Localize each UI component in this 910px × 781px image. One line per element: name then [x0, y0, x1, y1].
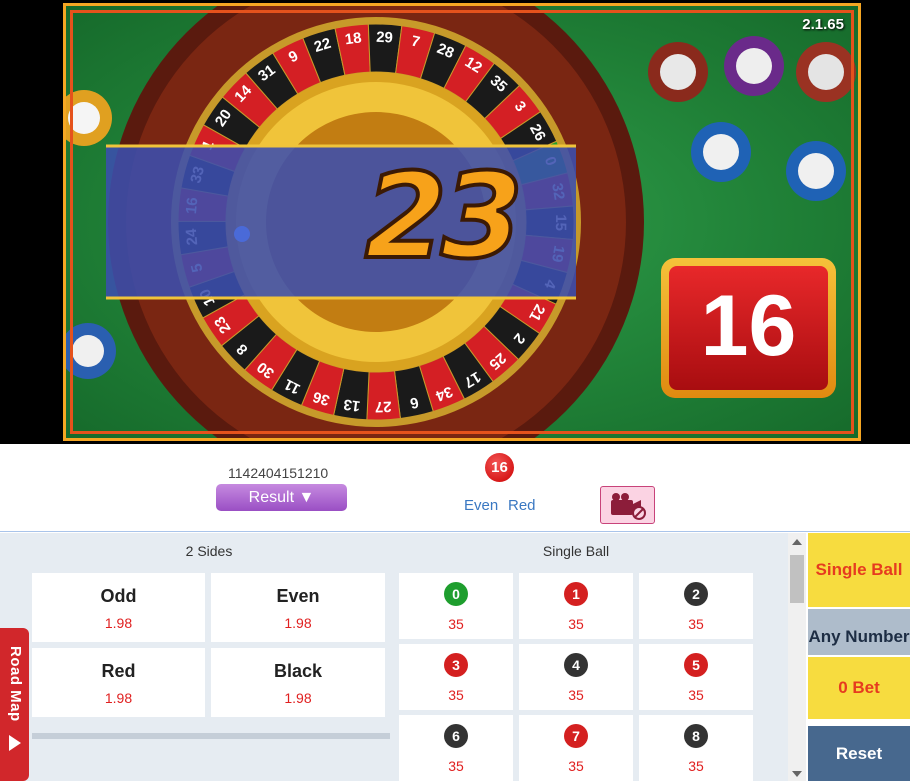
video-camera-icon — [611, 493, 646, 520]
ball-odds: 35 — [448, 758, 464, 774]
ball-odds: 35 — [688, 616, 704, 632]
ball-odds: 35 — [568, 758, 584, 774]
bet-odds: 1.98 — [104, 615, 133, 631]
right-panel: Single Ball Any Number 0 Bet Reset — [806, 533, 910, 781]
result-dropdown-button[interactable]: Result ▼ — [216, 484, 347, 511]
ball-2: 2 — [684, 582, 708, 606]
ball-6: 6 — [444, 724, 468, 748]
wheel-number: 13 — [342, 395, 361, 414]
version-label: 2.1.65 — [802, 16, 844, 33]
bet-ball-0[interactable]: 0 35 — [399, 573, 513, 639]
bet-odd[interactable]: Odd 1.98 — [32, 573, 205, 642]
bet-ball-4[interactable]: 4 35 — [519, 644, 633, 710]
bet-area: 2 Sides Single Ball Odd 1.98 Even 1.98 R… — [0, 533, 788, 781]
video-toggle-button[interactable] — [600, 486, 655, 524]
divider-bar — [32, 733, 390, 739]
bet-black[interactable]: Black 1.98 — [211, 648, 385, 717]
two-sides-title: 2 Sides — [185, 543, 233, 559]
reset-button[interactable]: Reset — [808, 726, 910, 781]
current-spin-number: 23 — [363, 147, 525, 285]
round-id: 1142404151210 — [228, 465, 329, 481]
ball-odds: 35 — [568, 616, 584, 632]
bet-ball-5[interactable]: 5 35 — [639, 644, 753, 710]
last-ball-badge: 16 — [485, 453, 514, 482]
bet-name: Even — [276, 586, 320, 606]
scroll-up-icon[interactable] — [792, 539, 802, 545]
bet-ball-1[interactable]: 1 35 — [519, 573, 633, 639]
ball-8: 8 — [684, 724, 708, 748]
bet-odds: 1.98 — [284, 690, 312, 706]
bet-ball-2[interactable]: 2 35 — [639, 573, 753, 639]
info-bar: 1142404151210 Result ▼ 16 Even Red — [0, 444, 910, 532]
video-area: 0321519421225173462713361130823105241633… — [0, 0, 910, 444]
road-map-label: Road Map — [7, 646, 24, 722]
ball-odds: 35 — [448, 616, 464, 632]
bet-odds: 1.98 — [104, 690, 133, 706]
wheel-number: 18 — [344, 29, 363, 48]
wheel-number: 29 — [376, 29, 393, 47]
ball-odds: 35 — [448, 687, 464, 703]
bet-total-button[interactable]: 0 Bet — [808, 657, 910, 719]
single-ball-title: Single Ball — [542, 543, 610, 559]
ball-odds: 35 — [568, 687, 584, 703]
ball-odds: 35 — [688, 687, 704, 703]
parity-tag: Even — [464, 497, 499, 514]
ball-odds: 35 — [688, 758, 704, 774]
color-tag: Red — [508, 497, 536, 514]
scrollbar[interactable] — [788, 533, 806, 781]
ball-3: 3 — [444, 653, 468, 677]
bet-name: Odd — [100, 586, 137, 606]
road-map-tab[interactable]: Road Map — [0, 628, 29, 781]
roulette-game: 0321519421225173462713361130823105241633… — [0, 0, 910, 781]
live-video: 0321519421225173462713361130823105241633… — [63, 3, 861, 441]
single-ball-tab[interactable]: Single Ball — [808, 533, 910, 607]
bet-odds: 1.98 — [284, 615, 312, 631]
last-result-panel: 16 — [661, 258, 836, 398]
scroll-thumb[interactable] — [790, 555, 804, 603]
bet-ball-3[interactable]: 3 35 — [399, 644, 513, 710]
scroll-down-icon[interactable] — [792, 771, 802, 777]
last-result-number: 16 — [669, 266, 828, 390]
ball-1: 1 — [564, 582, 588, 606]
bet-ball-8[interactable]: 8 35 — [639, 715, 753, 781]
play-arrow-icon — [9, 735, 21, 751]
ball-7: 7 — [564, 724, 588, 748]
bet-name: Red — [101, 661, 136, 681]
bet-ball-6[interactable]: 6 35 — [399, 715, 513, 781]
bet-even[interactable]: Even 1.98 — [211, 573, 385, 642]
ball-4: 4 — [564, 653, 588, 677]
wheel-number: 27 — [374, 398, 391, 416]
bet-ball-7[interactable]: 7 35 — [519, 715, 633, 781]
bet-red[interactable]: Red 1.98 — [32, 648, 205, 717]
ball-5: 5 — [684, 653, 708, 677]
any-number-tab[interactable]: Any Number — [808, 609, 910, 655]
bet-name: Black — [273, 661, 323, 681]
ball-0: 0 — [444, 582, 468, 606]
